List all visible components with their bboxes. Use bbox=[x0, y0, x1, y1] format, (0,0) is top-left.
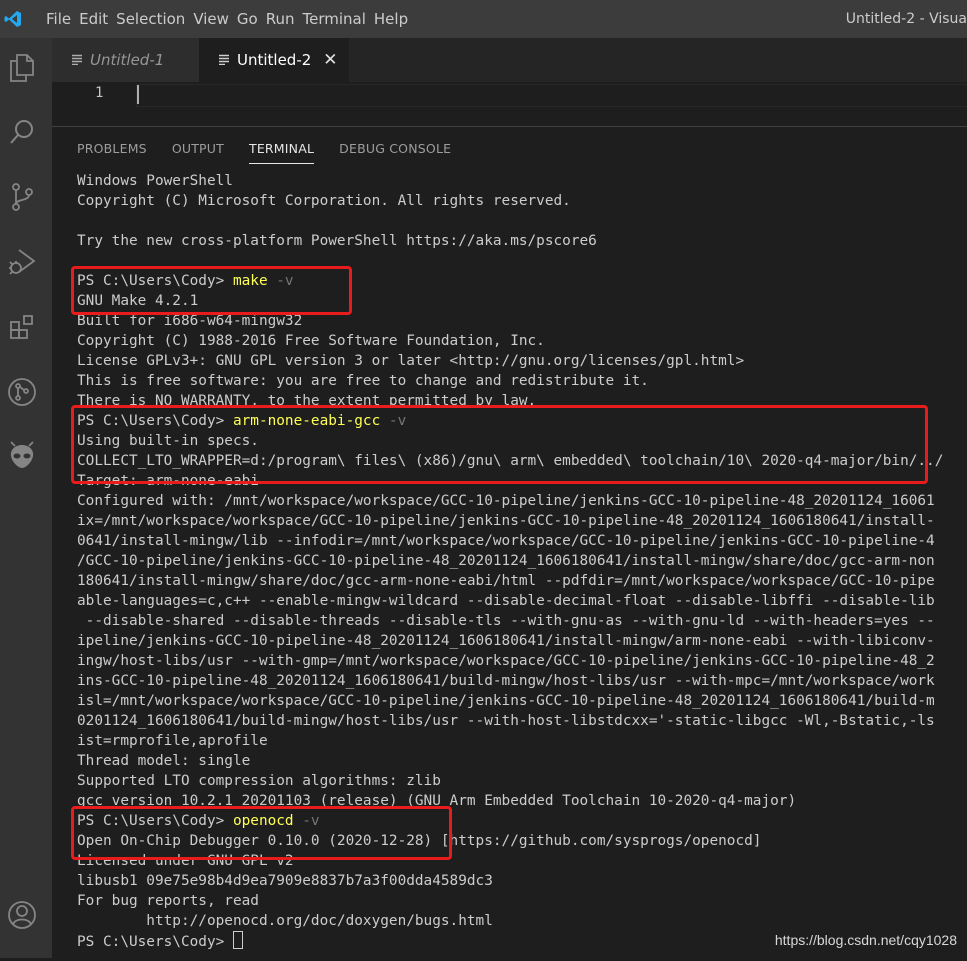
terminal-line: able-languages=c,c++ --enable-mingw-wild… bbox=[77, 593, 935, 609]
menu-item-terminal[interactable]: Terminal bbox=[302, 0, 373, 38]
editor-tab-bar: Untitled-1 Untitled-2 ✕ bbox=[52, 38, 967, 82]
terminal-line: Thread model: single bbox=[77, 753, 251, 769]
panel-tab-debug-console[interactable]: DEBUG CONSOLE bbox=[339, 141, 451, 163]
text-file-icon bbox=[72, 51, 82, 69]
menu-item-selection[interactable]: Selection bbox=[115, 0, 192, 38]
terminal-line: --disable-shared --disable-threads --dis… bbox=[77, 613, 935, 629]
menu-bar: File Edit Selection View Go Run Terminal Help bbox=[45, 0, 415, 38]
tab-label: Untitled-1 bbox=[90, 51, 165, 69]
menu-item-edit[interactable]: Edit bbox=[78, 0, 115, 38]
account-icon[interactable] bbox=[0, 891, 44, 939]
remote-icon[interactable] bbox=[0, 368, 44, 416]
editor-area[interactable]: 1 bbox=[52, 82, 967, 110]
terminal-line: For bug reports, read bbox=[77, 893, 259, 909]
alien-icon[interactable] bbox=[0, 432, 44, 480]
panel-tab-terminal[interactable]: TERMINAL bbox=[248, 141, 315, 164]
watermark: https://blog.csdn.net/cqy1028 bbox=[774, 932, 957, 948]
menu-item-help[interactable]: Help bbox=[373, 0, 415, 38]
tab-untitled-1[interactable]: Untitled-1 bbox=[52, 38, 199, 82]
panel-tabs: PROBLEMS OUTPUT TERMINAL DEBUG CONSOLE bbox=[77, 141, 476, 165]
tab-label: Untitled-2 bbox=[237, 51, 312, 69]
terminal-line: Try the new cross-platform PowerShell ht… bbox=[77, 233, 597, 249]
terminal-line: License GPLv3+: GNU GPL version 3 or lat… bbox=[77, 353, 745, 369]
terminal-cursor bbox=[232, 931, 243, 949]
terminal-line: 0641/install-mingw/lib --infodir=/mnt/wo… bbox=[77, 533, 935, 549]
terminal-line: ist=rmprofile,aprofile bbox=[77, 733, 268, 749]
terminal-line: /GCC-10-pipeline/jenkins-GCC-10-pipeline… bbox=[77, 553, 935, 569]
annotation-box-gcc bbox=[71, 405, 928, 484]
menu-item-file[interactable]: File bbox=[45, 0, 78, 38]
extensions-icon[interactable] bbox=[0, 303, 44, 351]
vscode-logo-icon bbox=[0, 0, 26, 38]
terminal-line: Supported LTO compression algorithms: zl… bbox=[77, 773, 441, 789]
explorer-icon[interactable] bbox=[0, 44, 44, 92]
terminal-line: isl=/mnt/workspace/workspace/GCC-10-pipe… bbox=[77, 693, 935, 709]
menu-item-view[interactable]: View bbox=[192, 0, 236, 38]
activity-bar bbox=[0, 38, 52, 958]
window-title: Untitled-2 - Visua bbox=[845, 11, 967, 27]
title-bar: File Edit Selection View Go Run Terminal Help U… bbox=[0, 0, 967, 38]
prompt-text: PS C:\Users\Cody> bbox=[77, 934, 233, 950]
annotation-box-openocd bbox=[71, 806, 452, 860]
terminal-line: ix=/mnt/workspace/workspace/GCC-10-pipel… bbox=[77, 513, 935, 529]
line-number: 1 bbox=[95, 85, 104, 101]
terminal-line: ipeline/jenkins-GCC-10-pipeline-48_20201… bbox=[77, 633, 935, 649]
annotation-box-make bbox=[71, 266, 352, 315]
menu-item-run[interactable]: Run bbox=[265, 0, 302, 38]
terminal-line: http://openocd.org/doc/doxygen/bugs.html bbox=[77, 913, 493, 929]
terminal-line: 180641/install-mingw/share/doc/gcc-arm-n… bbox=[77, 573, 935, 589]
terminal-line: ins-GCC-10-pipeline-48_20201124_16061806… bbox=[77, 673, 935, 689]
menu-item-go[interactable]: Go bbox=[236, 0, 265, 38]
terminal-line: Windows PowerShell bbox=[77, 173, 233, 189]
terminal-line: ingw/host-libs/usr --with-gmp=/mnt/works… bbox=[77, 653, 935, 669]
text-caret bbox=[137, 85, 139, 104]
panel-tab-output[interactable]: OUTPUT bbox=[172, 141, 224, 163]
source-control-icon[interactable] bbox=[0, 173, 44, 221]
terminal-line: Configured with: /mnt/workspace/workspac… bbox=[77, 493, 935, 509]
terminal-line: Copyright (C) 1988-2016 Free Software Fo… bbox=[77, 333, 545, 349]
terminal-line: Copyright (C) Microsoft Corporation. All… bbox=[77, 193, 571, 209]
terminal-line: This is free software: you are free to c… bbox=[77, 373, 649, 389]
tab-untitled-2[interactable]: Untitled-2 ✕ bbox=[199, 38, 349, 82]
close-icon[interactable]: ✕ bbox=[323, 50, 337, 70]
search-icon[interactable] bbox=[0, 108, 44, 156]
text-file-icon bbox=[219, 51, 229, 69]
panel-tab-problems[interactable]: PROBLEMS bbox=[77, 141, 147, 163]
terminal-line: libusb1 09e75e98b4d9ea7909e8837b7a3f00dd… bbox=[77, 873, 493, 889]
current-line-highlight bbox=[136, 84, 967, 107]
run-debug-icon[interactable] bbox=[0, 238, 44, 286]
terminal-line: 0201124_1606180641/build-mingw/host-libs… bbox=[77, 713, 935, 729]
